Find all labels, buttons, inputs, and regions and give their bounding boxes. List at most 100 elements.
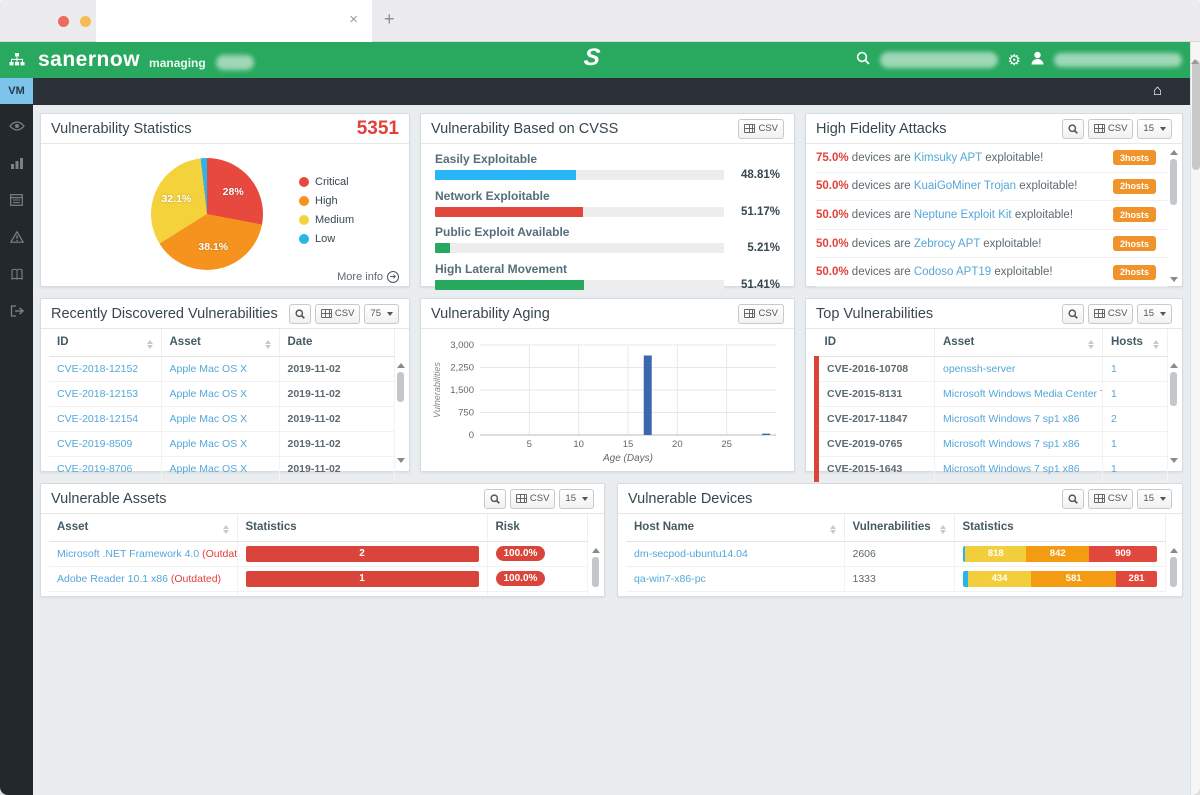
csv-export-button[interactable]: CSV xyxy=(315,304,361,324)
sort-icon[interactable] xyxy=(147,340,153,349)
attack-link[interactable]: KuaiGoMiner Trojan xyxy=(914,180,1016,192)
search-button[interactable] xyxy=(289,304,311,324)
sort-icon[interactable] xyxy=(1153,340,1159,349)
cogs-icon[interactable]: ⚙︎ xyxy=(1008,53,1021,68)
col-risk[interactable]: Risk xyxy=(487,514,588,541)
sort-icon[interactable] xyxy=(223,525,229,534)
asset-link[interactable]: Microsoft Windows Media Center TV Pack xyxy=(943,388,1103,400)
csv-export-button[interactable]: CSV xyxy=(510,489,556,509)
scroll-down-icon[interactable] xyxy=(397,458,405,463)
sort-icon[interactable] xyxy=(265,340,271,349)
sort-icon[interactable] xyxy=(830,525,836,534)
panel-scrollbar[interactable] xyxy=(395,363,406,463)
asset-link[interactable]: Microsoft .NET Framework 4.0 xyxy=(57,548,199,560)
cvss-bar-fill[interactable] xyxy=(435,170,576,180)
scroll-up-icon[interactable] xyxy=(1170,548,1178,553)
cve-link[interactable]: CVE-2018-12152 xyxy=(57,363,138,375)
stack-segment[interactable]: 842 xyxy=(1026,546,1089,562)
page-size-dropdown[interactable]: 15 xyxy=(1137,304,1172,324)
cve-link[interactable]: CVE-2019-8706 xyxy=(57,463,132,475)
search-icon[interactable] xyxy=(856,51,870,70)
user-icon[interactable] xyxy=(1031,51,1044,70)
asset-link[interactable]: Apple Mac OS X xyxy=(170,413,248,425)
sitemap-icon[interactable] xyxy=(0,42,33,78)
attack-link[interactable]: Zebrocy APT xyxy=(914,238,980,250)
col-host[interactable]: Host Name xyxy=(626,514,844,541)
tab-close-icon[interactable]: × xyxy=(349,11,358,28)
hosts-badge[interactable]: 2hosts xyxy=(1113,265,1156,280)
scroll-down-icon[interactable] xyxy=(1170,277,1178,282)
logout-icon[interactable] xyxy=(0,296,33,326)
hosts-link[interactable]: 2 xyxy=(1111,413,1117,425)
legend-item[interactable]: Medium xyxy=(299,214,354,226)
docs-icon[interactable] xyxy=(0,259,33,289)
close-window-icon[interactable] xyxy=(58,16,69,27)
asset-link[interactable]: Microsoft Windows 7 sp1 x86 xyxy=(943,413,1080,425)
asset-link[interactable]: openssh-server xyxy=(943,363,1015,375)
page-size-dropdown[interactable]: 15 xyxy=(1137,119,1172,139)
panel-scrollbar[interactable] xyxy=(1168,548,1179,594)
panel-scrollbar[interactable] xyxy=(1168,150,1179,282)
legend-item[interactable]: High xyxy=(299,195,354,207)
search-button[interactable] xyxy=(484,489,506,509)
page-size-dropdown[interactable]: 75 xyxy=(364,304,399,324)
scroll-up-icon[interactable] xyxy=(1191,42,1199,64)
col-asset[interactable]: Asset xyxy=(935,329,1103,356)
vuln-count-bar[interactable]: 1 xyxy=(246,571,479,587)
scroll-up-icon[interactable] xyxy=(1170,363,1178,368)
hosts-badge[interactable]: 3hosts xyxy=(1113,150,1156,165)
col-asset[interactable]: Asset xyxy=(161,329,279,356)
hosts-badge[interactable]: 2hosts xyxy=(1113,236,1156,251)
col-id[interactable]: ID xyxy=(49,329,161,356)
search-button[interactable] xyxy=(1062,304,1084,324)
page-size-dropdown[interactable]: 15 xyxy=(559,489,594,509)
page-size-dropdown[interactable]: 15 xyxy=(1137,489,1172,509)
stack-segment[interactable]: 281 xyxy=(1116,571,1157,587)
date-range-redacted[interactable] xyxy=(880,52,998,68)
more-info-link[interactable]: More info ➔ xyxy=(337,271,399,283)
home-icon[interactable]: ⌂ xyxy=(1153,82,1162,99)
scroll-thumb[interactable] xyxy=(592,557,599,587)
browser-tab[interactable]: × xyxy=(96,0,372,42)
scroll-thumb[interactable] xyxy=(397,372,404,402)
legend-item[interactable]: Critical xyxy=(299,176,354,188)
hosts-link[interactable]: 1 xyxy=(1111,388,1117,400)
attack-link[interactable]: Kimsuky APT xyxy=(914,152,982,164)
vuln-count-bar[interactable]: 2 xyxy=(246,546,479,562)
scroll-thumb[interactable] xyxy=(1192,60,1200,170)
sort-icon[interactable] xyxy=(940,525,946,534)
col-hosts[interactable]: Hosts xyxy=(1103,329,1168,356)
asset-link[interactable]: Microsoft Windows 7 sp1 x86 xyxy=(943,463,1080,475)
chart-icon[interactable] xyxy=(0,148,33,178)
col-vulnerabilities[interactable]: Vulnerabilities xyxy=(844,514,954,541)
account-name-redacted[interactable] xyxy=(216,55,254,70)
sort-icon[interactable] xyxy=(1088,340,1094,349)
csv-export-button[interactable]: CSV xyxy=(1088,119,1134,139)
hosts-link[interactable]: 1 xyxy=(1111,463,1117,475)
hosts-badge[interactable]: 2hosts xyxy=(1113,179,1156,194)
col-statistics[interactable]: Statistics xyxy=(954,514,1166,541)
scroll-thumb[interactable] xyxy=(1170,372,1177,406)
warning-icon[interactable] xyxy=(0,222,33,252)
brand-logo[interactable]: sanernow xyxy=(38,48,140,72)
report-icon[interactable] xyxy=(0,185,33,215)
asset-link[interactable]: Microsoft Windows 7 sp1 x86 xyxy=(943,438,1080,450)
scroll-thumb[interactable] xyxy=(1170,159,1177,205)
csv-export-button[interactable]: CSV xyxy=(1088,489,1134,509)
hosts-link[interactable]: 1 xyxy=(1111,438,1117,450)
minimize-window-icon[interactable] xyxy=(80,16,91,27)
asset-link[interactable]: Adobe Reader 10.1 x86 xyxy=(57,573,168,585)
sidebar-tab-vm[interactable]: VM xyxy=(0,78,33,104)
stack-segment[interactable]: 434 xyxy=(968,571,1031,587)
attack-link[interactable]: Codoso APT19 xyxy=(914,266,991,278)
col-asset[interactable]: Asset xyxy=(49,514,237,541)
stack-segment[interactable]: 581 xyxy=(1031,571,1116,587)
cvss-bar-fill[interactable] xyxy=(435,243,450,253)
stack-segment[interactable]: 909 xyxy=(1089,546,1157,562)
col-id[interactable]: ID xyxy=(817,329,935,356)
cvss-bar-fill[interactable] xyxy=(435,280,584,290)
scroll-up-icon[interactable] xyxy=(397,363,405,368)
panel-scrollbar[interactable] xyxy=(1168,363,1179,463)
eye-icon[interactable] xyxy=(0,111,33,141)
asset-link[interactable]: Apple Mac OS X xyxy=(170,463,248,475)
